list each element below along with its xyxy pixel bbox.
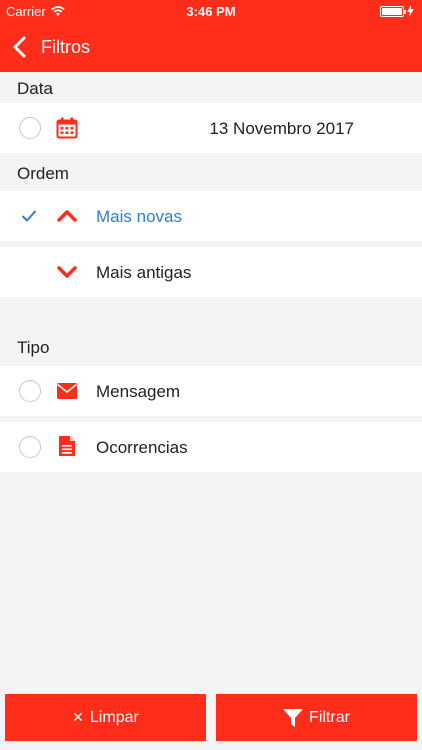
type-option-message[interactable]: Mensagem bbox=[0, 366, 422, 416]
filter-button[interactable]: Filtrar bbox=[216, 694, 417, 741]
section-header-type: Tipo bbox=[17, 338, 50, 357]
date-radio[interactable] bbox=[19, 117, 41, 139]
occurrences-radio[interactable] bbox=[19, 436, 41, 458]
page-title: Filtros bbox=[41, 37, 90, 57]
clear-button[interactable]: ✕ Limpar bbox=[5, 694, 206, 741]
calendar-icon bbox=[56, 117, 78, 139]
filter-funnel-icon bbox=[283, 708, 304, 727]
section-header-date: Data bbox=[17, 79, 53, 98]
envelope-icon bbox=[57, 383, 77, 399]
status-bar: Carrier 3:46 PM bbox=[0, 0, 422, 22]
battery-icon bbox=[380, 5, 406, 17]
section-header-order: Ordem bbox=[17, 164, 69, 183]
navigation-bar: Filtros bbox=[0, 22, 422, 72]
chevron-up-icon bbox=[57, 210, 77, 222]
order-label-oldest: Mais antigas bbox=[96, 263, 192, 282]
type-option-occurrences[interactable]: Ocorrencias bbox=[0, 422, 422, 472]
chevron-down-icon bbox=[57, 266, 77, 278]
checkmark-icon bbox=[22, 210, 36, 222]
message-radio[interactable] bbox=[19, 380, 41, 402]
document-icon bbox=[59, 436, 75, 456]
filter-button-label: Filtrar bbox=[309, 708, 350, 726]
order-label-newest: Mais novas bbox=[96, 207, 182, 226]
date-value: 13 Novembro 2017 bbox=[209, 119, 354, 138]
clear-button-label: Limpar bbox=[89, 708, 139, 726]
type-label-occurrences: Ocorrencias bbox=[96, 438, 188, 457]
order-option-oldest[interactable]: Mais antigas bbox=[0, 247, 422, 297]
back-arrow-icon[interactable] bbox=[8, 34, 34, 60]
battery-status bbox=[380, 5, 414, 17]
type-label-message: Mensagem bbox=[96, 382, 181, 401]
date-row[interactable]: 13 Novembro 2017 bbox=[0, 103, 422, 153]
close-icon: ✕ bbox=[72, 709, 84, 725]
charging-bolt-icon bbox=[407, 5, 414, 17]
order-option-newest[interactable]: Mais novas bbox=[0, 191, 422, 241]
status-time: 3:46 PM bbox=[186, 4, 236, 19]
